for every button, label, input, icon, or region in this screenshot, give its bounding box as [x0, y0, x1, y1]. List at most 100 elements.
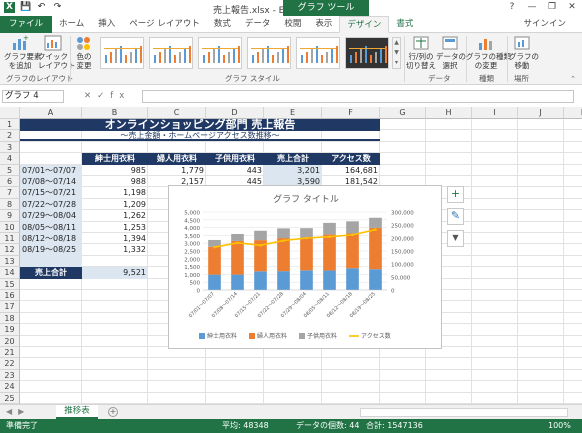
row-header[interactable]: 7 [0, 187, 20, 199]
tab-page-layout[interactable]: ページ レイアウト [122, 16, 207, 33]
row-header[interactable]: 22 [0, 358, 20, 370]
value-cell[interactable]: 985 [82, 165, 148, 176]
value-cell[interactable]: 1,779 [148, 165, 206, 176]
column-title-cell[interactable]: アクセス数 [322, 153, 380, 165]
status-zoom[interactable]: 100% [548, 419, 571, 433]
row-header[interactable]: 19 [0, 324, 20, 336]
row-header[interactable]: 21 [0, 347, 20, 359]
access-cell[interactable]: 164,681 [322, 165, 380, 176]
chart-filters-button[interactable]: ▼ [447, 230, 464, 247]
change-chart-type-button[interactable]: グラフの種類 の変更 [466, 35, 511, 70]
row-header[interactable]: 8 [0, 198, 20, 211]
value-cell[interactable]: 1,209 [82, 199, 148, 210]
period-cell[interactable]: 07/22～07/28 [20, 198, 82, 211]
chart-style-4[interactable] [247, 37, 291, 69]
column-header[interactable]: K [564, 107, 582, 119]
tab-format[interactable]: 書式 [389, 16, 420, 33]
column-title-cell[interactable]: 売上合計 [264, 153, 322, 165]
chart-style-2[interactable] [149, 37, 193, 69]
chart-style-5[interactable] [296, 37, 340, 69]
column-header[interactable]: G [380, 107, 426, 119]
close-button[interactable]: ✕ [562, 0, 582, 16]
row-header[interactable]: 15 [0, 278, 20, 290]
embedded-chart[interactable]: グラフ タイトル 0 500 1,000 1,500 2,000 2,500 3,000 3,5… [168, 185, 442, 349]
sheet-tab-active[interactable]: 推移表 [56, 405, 98, 419]
chart-style-6[interactable] [345, 37, 389, 69]
tab-home[interactable]: ホーム [52, 16, 91, 33]
formula-input[interactable] [142, 90, 574, 103]
row-header[interactable]: 4 [0, 153, 20, 165]
name-box[interactable]: グラフ 4 [2, 90, 64, 103]
column-header[interactable]: I [472, 107, 518, 119]
value-cell[interactable]: 988 [82, 176, 148, 187]
select-data-button[interactable]: データの 選択 [436, 35, 466, 70]
value-cell[interactable]: 1,394 [82, 233, 148, 244]
row-header[interactable]: 16 [0, 290, 20, 302]
period-cell[interactable]: 08/05～08/11 [20, 221, 82, 233]
restore-button[interactable]: ❐ [542, 0, 562, 16]
value-cell[interactable]: 1,198 [82, 187, 148, 198]
switch-row-column-button[interactable]: 行/列の 切り替え [406, 35, 436, 70]
redo-icon[interactable]: ↷ [52, 2, 63, 13]
column-header[interactable]: J [518, 107, 564, 119]
column-header[interactable]: A [20, 107, 82, 119]
period-cell[interactable]: 07/29～08/04 [20, 210, 82, 222]
row-header[interactable]: 14 [0, 267, 20, 279]
horizontal-scrollbar[interactable] [360, 408, 568, 417]
sheet-nav-arrows[interactable]: ◀▶ [6, 407, 30, 416]
row-header[interactable]: 11 [0, 233, 20, 245]
select-all-corner[interactable] [0, 107, 20, 119]
row-header[interactable]: 20 [0, 335, 20, 347]
total-cell[interactable]: 3,201 [264, 164, 322, 176]
collapse-ribbon-icon[interactable]: ⌃ [570, 75, 576, 83]
period-cell[interactable]: 08/12～08/18 [20, 233, 82, 245]
tab-formulas[interactable]: 数式 [207, 16, 238, 33]
period-cell[interactable]: 08/19～08/25 [20, 244, 82, 256]
chart-style-1[interactable] [100, 37, 144, 69]
tab-file[interactable]: ファイル [0, 16, 53, 33]
chart-styles-button[interactable]: ✎ [447, 208, 464, 225]
quick-layout-button[interactable]: クイック レイアウト [38, 35, 76, 70]
period-cell[interactable] [20, 255, 82, 268]
period-cell[interactable]: 07/08～07/14 [20, 176, 82, 188]
tab-view[interactable]: 表示 [308, 16, 339, 33]
row-header[interactable]: 1 [0, 119, 20, 131]
row-header[interactable]: 10 [0, 221, 20, 233]
formula-icons[interactable]: ✕✓fx [84, 91, 130, 101]
add-chart-element-button[interactable]: + グラフ要素 を追加 [4, 35, 42, 70]
row-header[interactable]: 6 [0, 176, 20, 188]
help-button[interactable]: ? [502, 0, 522, 16]
row-header[interactable]: 18 [0, 312, 20, 325]
signin-link[interactable]: サインイン [523, 16, 566, 32]
undo-icon[interactable]: ↶ [36, 2, 47, 13]
row-header[interactable]: 13 [0, 255, 20, 268]
value-cell[interactable]: 1,262 [82, 210, 148, 221]
column-header[interactable]: F [322, 107, 380, 119]
tab-data[interactable]: データ [238, 16, 278, 33]
move-chart-button[interactable]: グラフの 移動 [509, 35, 539, 70]
change-color-button[interactable]: 色の 変更 [72, 35, 96, 70]
add-sheet-button[interactable]: + [108, 407, 118, 417]
report-subtitle[interactable]: ～売上金額・ホームページアクセス数推移～ [20, 130, 380, 142]
row-header[interactable]: 3 [0, 141, 20, 154]
row-header[interactable]: 17 [0, 301, 20, 313]
value-cell[interactable]: 1,332 [82, 244, 148, 255]
value-cell[interactable]: 443 [206, 165, 264, 176]
chart-elements-button[interactable]: + [447, 186, 464, 203]
save-icon[interactable]: 💾 [20, 2, 31, 13]
row-header[interactable]: 12 [0, 244, 20, 256]
total-value-cell[interactable]: 9,521 [82, 267, 148, 279]
tab-insert[interactable]: 挿入 [91, 16, 122, 33]
row-header[interactable]: 24 [0, 381, 20, 393]
period-cell[interactable]: 07/15～07/21 [20, 187, 82, 199]
row-header[interactable]: 9 [0, 210, 20, 222]
column-header[interactable]: H [426, 107, 472, 119]
column-title-cell[interactable]: 子供用衣料 [206, 153, 264, 165]
report-title[interactable]: オンラインショッピング部門 売上報告 [20, 119, 380, 131]
style-gallery-scroll[interactable]: ▲ ▼ ▾ [392, 37, 401, 69]
total-label-cell[interactable]: 売上合計 [20, 267, 82, 279]
column-title-cell[interactable]: 婦人用衣料 [148, 153, 206, 165]
minimize-button[interactable]: — [522, 0, 542, 16]
chart-style-3[interactable] [198, 37, 242, 69]
row-header[interactable]: 23 [0, 369, 20, 382]
